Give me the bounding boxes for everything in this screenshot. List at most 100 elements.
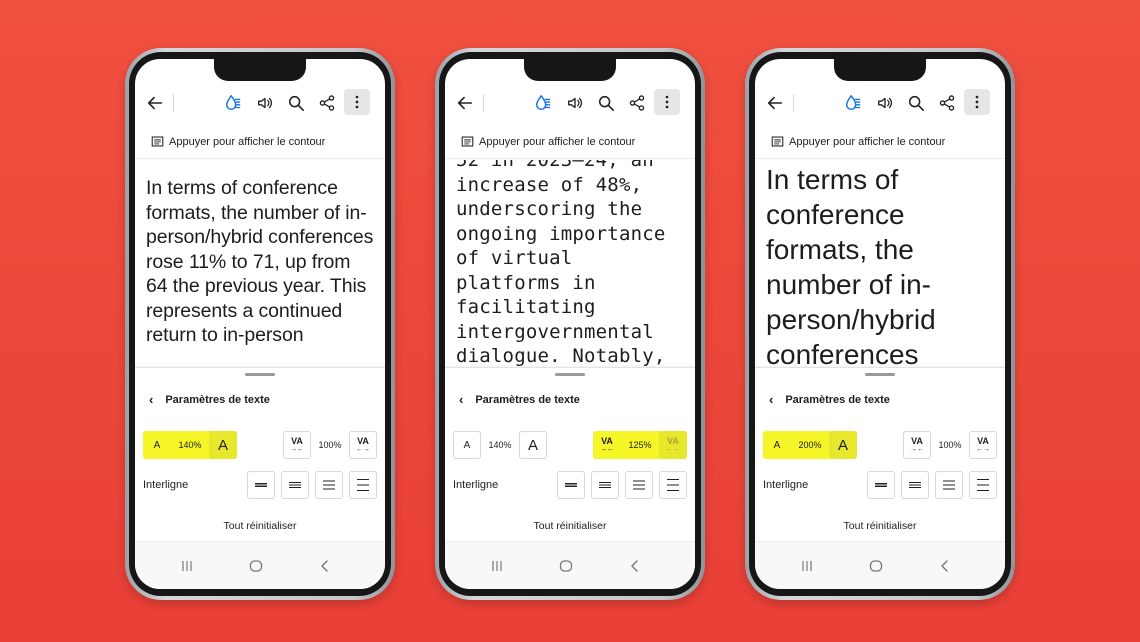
camera-notch bbox=[214, 59, 306, 81]
search-icon[interactable] bbox=[904, 91, 928, 115]
show-outline-bar[interactable]: Appuyer pour afficher le contour bbox=[755, 125, 1005, 159]
line-spacing-normal-button[interactable] bbox=[591, 471, 619, 499]
phone-frame-1: Appuyer pour afficher le contour In term… bbox=[125, 48, 395, 600]
font-size-control: A 140% A bbox=[143, 431, 237, 459]
outline-icon bbox=[461, 136, 474, 147]
increase-character-spacing-button[interactable]: VA ←→ bbox=[349, 431, 377, 459]
home-icon[interactable] bbox=[244, 554, 268, 578]
va-label: VA bbox=[357, 436, 369, 446]
nav-back-icon[interactable] bbox=[623, 554, 647, 578]
chevron-left-icon[interactable]: ‹ bbox=[769, 392, 773, 407]
decrease-font-size-button[interactable]: A bbox=[453, 431, 481, 459]
reset-all-button[interactable]: Tout réinitialiser bbox=[445, 520, 695, 532]
recent-apps-icon[interactable] bbox=[175, 554, 199, 578]
increase-font-size-button[interactable]: A bbox=[209, 431, 237, 459]
home-icon[interactable] bbox=[864, 554, 888, 578]
line-spacing-extra-wide-icon bbox=[977, 479, 989, 491]
decrease-character-spacing-button[interactable]: VA →← bbox=[903, 431, 931, 459]
chevron-left-icon[interactable]: ‹ bbox=[149, 392, 153, 407]
panel-title: Paramètres de texte bbox=[475, 393, 580, 406]
text-settings-panel: ‹ Paramètres de texte A 140% A VA →← bbox=[135, 367, 385, 541]
character-spacing-control: VA →← 100% VA ←→ bbox=[903, 431, 997, 459]
line-spacing-wide-icon bbox=[323, 480, 335, 490]
toolbar-divider bbox=[793, 94, 794, 112]
line-spacing-tight-button[interactable] bbox=[867, 471, 895, 499]
line-spacing-extra-wide-button[interactable] bbox=[659, 471, 687, 499]
recent-apps-icon[interactable] bbox=[795, 554, 819, 578]
line-spacing-wide-button[interactable] bbox=[315, 471, 343, 499]
decrease-font-size-button[interactable]: A bbox=[143, 431, 171, 459]
line-spacing-normal-button[interactable] bbox=[281, 471, 309, 499]
more-options-icon[interactable] bbox=[654, 89, 680, 115]
line-spacing-tight-button[interactable] bbox=[247, 471, 275, 499]
back-arrow-icon[interactable] bbox=[143, 91, 167, 115]
line-spacing-normal-button[interactable] bbox=[901, 471, 929, 499]
increase-font-size-button[interactable]: A bbox=[519, 431, 547, 459]
line-spacing-tight-icon bbox=[255, 483, 267, 487]
increase-font-size-button[interactable]: A bbox=[829, 431, 857, 459]
line-spacing-extra-wide-button[interactable] bbox=[349, 471, 377, 499]
increase-character-spacing-button[interactable]: VA ←→ bbox=[969, 431, 997, 459]
android-nav-bar bbox=[445, 541, 695, 589]
home-icon[interactable] bbox=[554, 554, 578, 578]
camera-notch bbox=[524, 59, 616, 81]
share-icon[interactable] bbox=[315, 91, 339, 115]
android-nav-bar bbox=[755, 541, 1005, 589]
va-label: VA bbox=[911, 436, 923, 446]
show-outline-bar[interactable]: Appuyer pour afficher le contour bbox=[135, 125, 385, 159]
panel-title: Paramètres de texte bbox=[165, 393, 270, 406]
liquid-mode-icon[interactable] bbox=[221, 91, 245, 115]
character-spacing-value: 125% bbox=[628, 440, 652, 450]
outline-icon bbox=[771, 136, 784, 147]
panel-drag-handle[interactable] bbox=[245, 373, 275, 376]
decrease-character-spacing-button[interactable]: VA →← bbox=[283, 431, 311, 459]
panel-header[interactable]: ‹ Paramètres de texte bbox=[149, 392, 270, 407]
character-spacing-value: 100% bbox=[318, 440, 342, 450]
panel-header[interactable]: ‹ Paramètres de texte bbox=[459, 392, 580, 407]
liquid-mode-icon[interactable] bbox=[841, 91, 865, 115]
search-icon[interactable] bbox=[284, 91, 308, 115]
line-spacing-label: Interligne bbox=[453, 479, 499, 491]
read-aloud-icon[interactable] bbox=[253, 91, 277, 115]
line-spacing-extra-wide-icon bbox=[667, 479, 679, 491]
condense-arrows-icon: →← bbox=[910, 446, 924, 453]
recent-apps-icon[interactable] bbox=[485, 554, 509, 578]
text-controls-row: A 140% A VA →← 125% VA ←→ bbox=[453, 431, 687, 459]
line-spacing-normal-icon bbox=[909, 482, 921, 488]
back-arrow-icon[interactable] bbox=[453, 91, 477, 115]
share-icon[interactable] bbox=[935, 91, 959, 115]
chevron-left-icon[interactable]: ‹ bbox=[459, 392, 463, 407]
nav-back-icon[interactable] bbox=[313, 554, 337, 578]
nav-back-icon[interactable] bbox=[933, 554, 957, 578]
line-spacing-extra-wide-button[interactable] bbox=[969, 471, 997, 499]
toolbar-divider bbox=[173, 94, 174, 112]
va-label: VA bbox=[977, 436, 989, 446]
show-outline-bar[interactable]: Appuyer pour afficher le contour bbox=[445, 125, 695, 159]
font-size-value: 200% bbox=[798, 440, 822, 450]
back-arrow-icon[interactable] bbox=[763, 91, 787, 115]
text-controls-row: A 200% A VA →← 100% VA ←→ bbox=[763, 431, 997, 459]
decrease-character-spacing-button[interactable]: VA →← bbox=[593, 431, 621, 459]
liquid-mode-icon[interactable] bbox=[531, 91, 555, 115]
phone-screen: Appuyer pour afficher le contour In term… bbox=[755, 59, 1005, 589]
reset-all-button[interactable]: Tout réinitialiser bbox=[755, 520, 1005, 532]
read-aloud-icon[interactable] bbox=[873, 91, 897, 115]
search-icon[interactable] bbox=[594, 91, 618, 115]
panel-drag-handle[interactable] bbox=[865, 373, 895, 376]
read-aloud-icon[interactable] bbox=[563, 91, 587, 115]
more-options-icon[interactable] bbox=[964, 89, 990, 115]
line-spacing-wide-icon bbox=[633, 480, 645, 490]
reset-all-button[interactable]: Tout réinitialiser bbox=[135, 520, 385, 532]
app-toolbar bbox=[445, 85, 695, 121]
more-options-icon[interactable] bbox=[344, 89, 370, 115]
line-spacing-wide-button[interactable] bbox=[625, 471, 653, 499]
line-spacing-wide-button[interactable] bbox=[935, 471, 963, 499]
panel-header[interactable]: ‹ Paramètres de texte bbox=[769, 392, 890, 407]
va-label: VA bbox=[667, 436, 679, 446]
share-icon[interactable] bbox=[625, 91, 649, 115]
increase-character-spacing-button[interactable]: VA ←→ bbox=[659, 431, 687, 459]
panel-drag-handle[interactable] bbox=[555, 373, 585, 376]
text-settings-panel: ‹ Paramètres de texte A 200% A VA →← 100… bbox=[755, 367, 1005, 541]
decrease-font-size-button[interactable]: A bbox=[763, 431, 791, 459]
line-spacing-tight-button[interactable] bbox=[557, 471, 585, 499]
